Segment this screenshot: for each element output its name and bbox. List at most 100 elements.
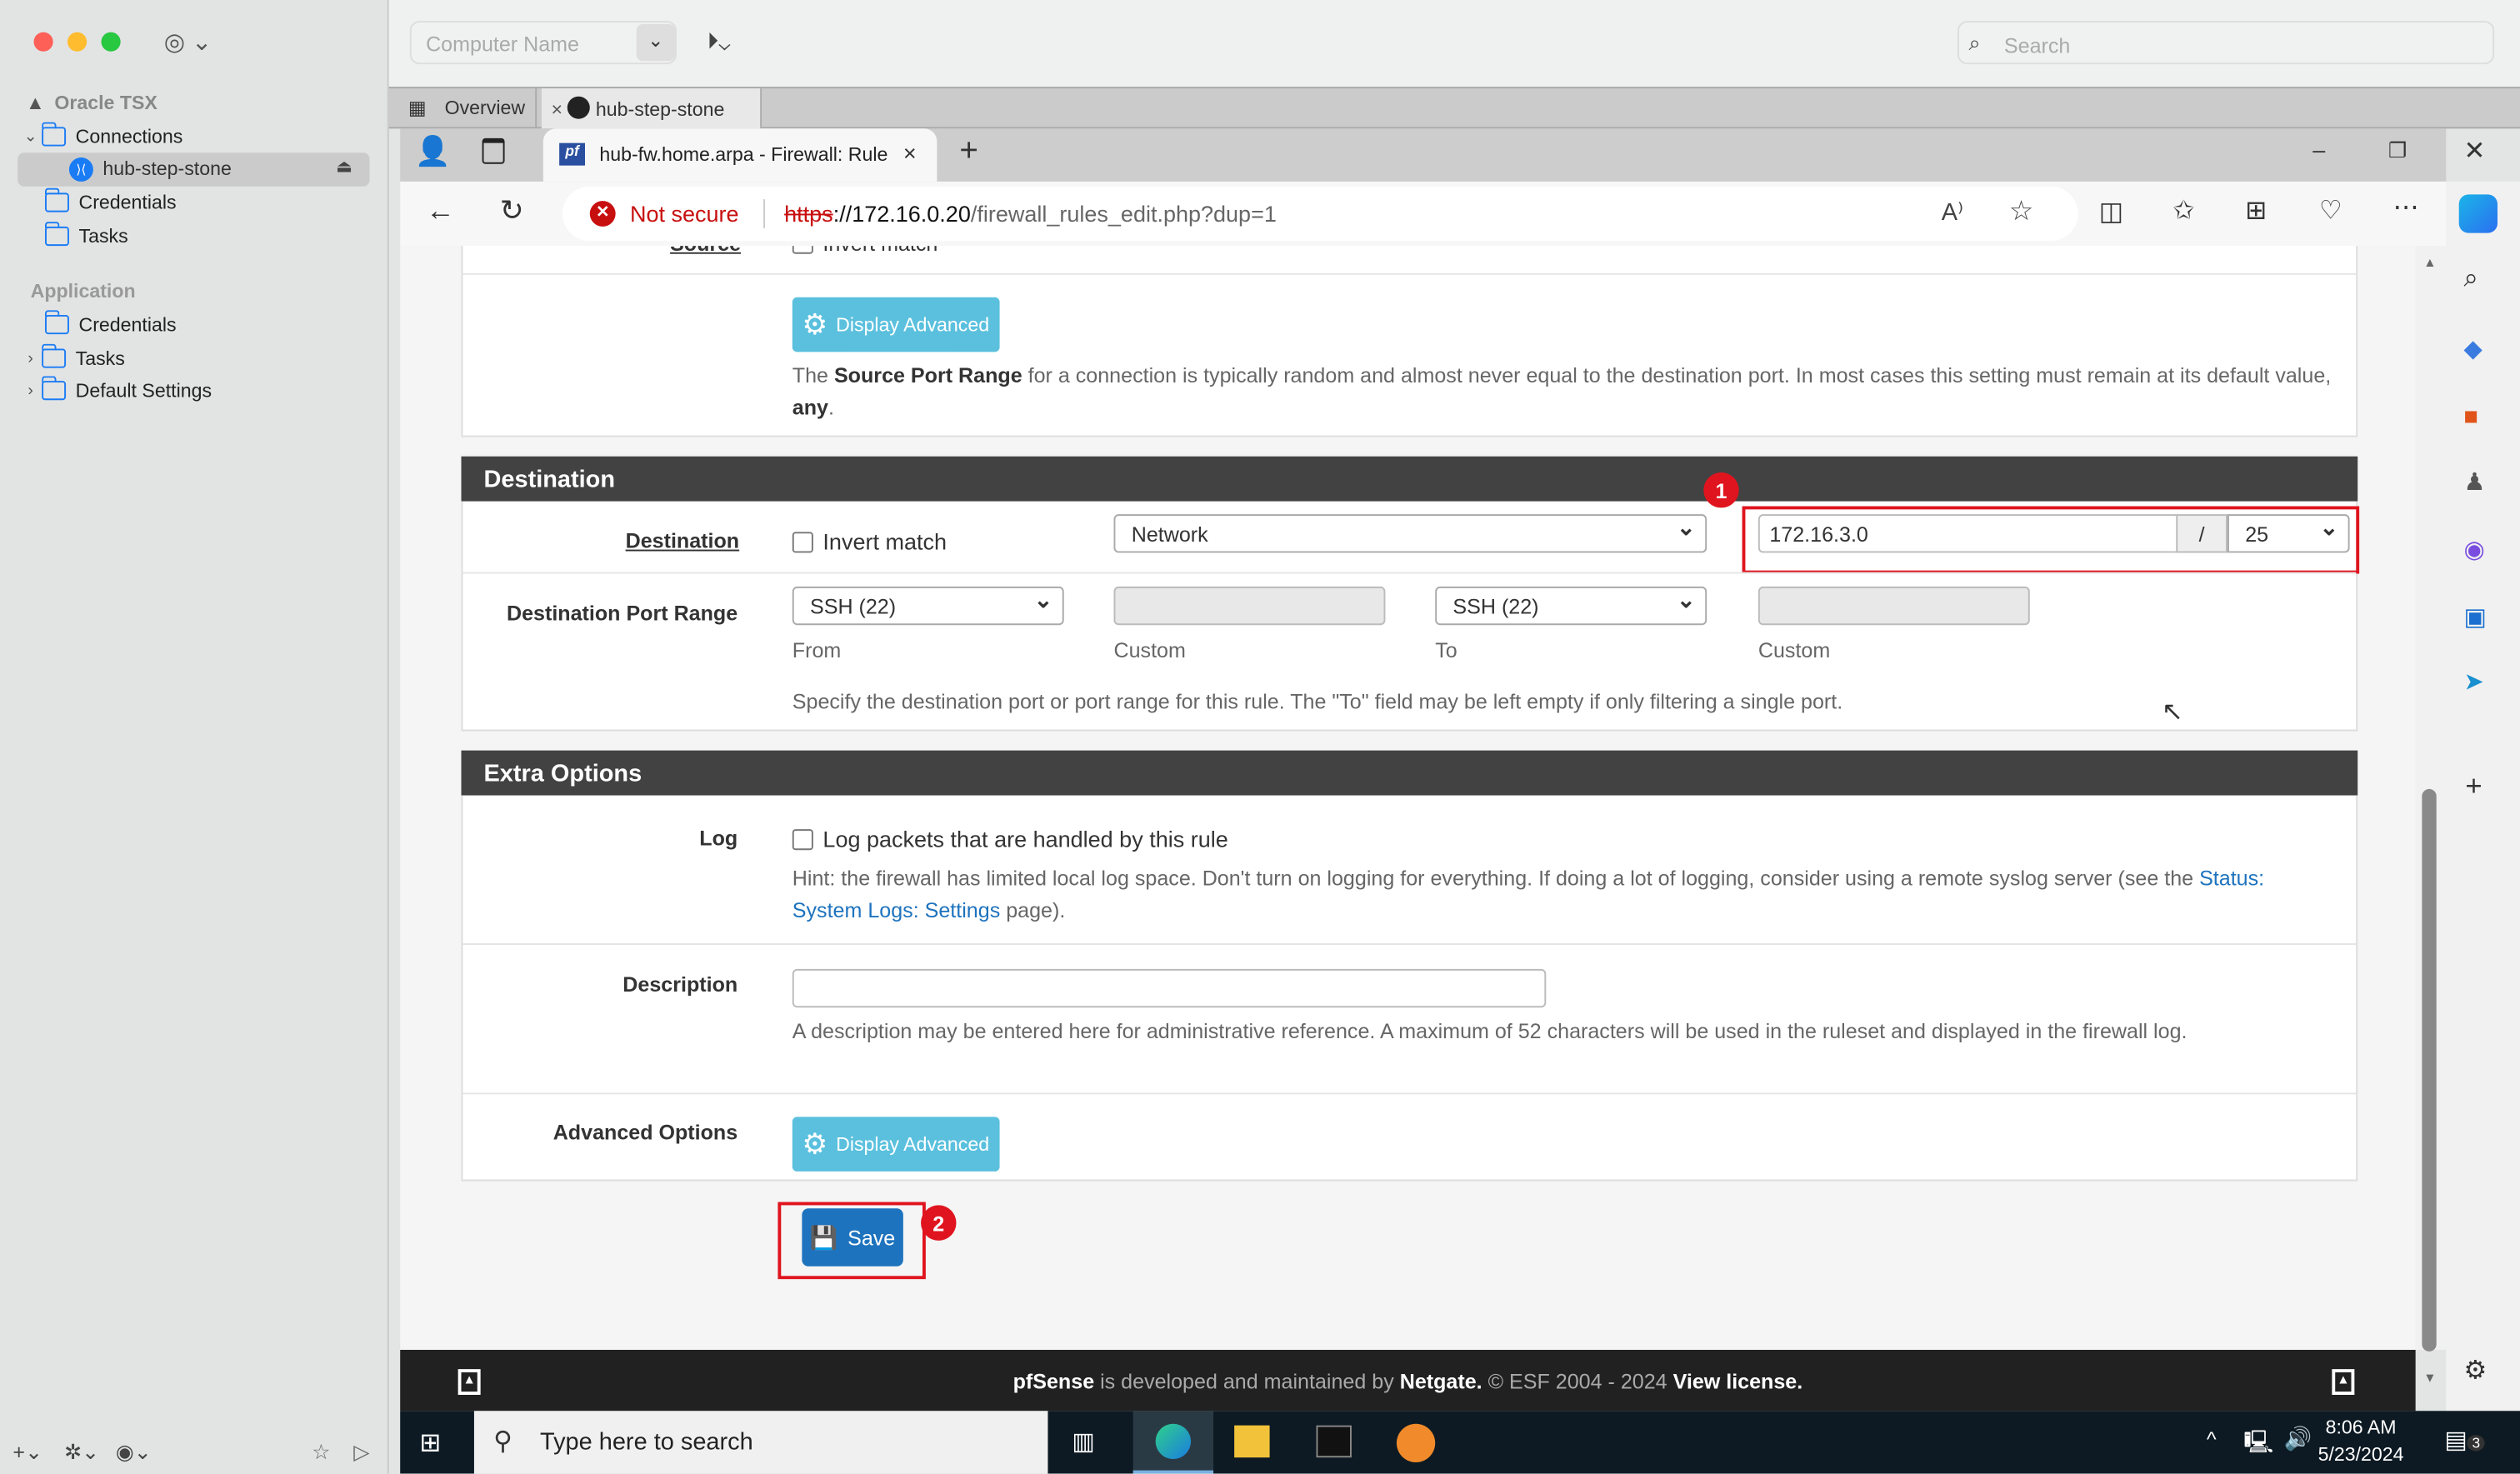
sidebar-item-app-credentials[interactable]: Credentials	[44, 308, 434, 341]
close-icon[interactable]: ✕	[2463, 135, 2485, 167]
profile-icon[interactable]: 👤	[415, 135, 451, 168]
port-to-select[interactable]: SSH (22)	[1435, 586, 1708, 626]
eject-icon[interactable]: ⏏	[336, 156, 352, 177]
close-tab-icon[interactable]: ×	[551, 98, 562, 121]
time: 8:06 AM	[2325, 1416, 2397, 1439]
not-secure-icon: ✕	[589, 201, 616, 227]
description-help: A description may be entered here for ad…	[792, 1018, 2188, 1043]
network-icon[interactable]: 🖳	[2243, 1426, 2273, 1464]
pfsense-favicon: pf	[559, 142, 585, 166]
footer-text: pfSense is developed and maintained by N…	[400, 1369, 2415, 1393]
sidebar-item-tasks[interactable]: Tasks	[44, 220, 434, 252]
port-to-custom-input[interactable]	[1758, 586, 2030, 626]
view-license-link[interactable]: View license.	[1673, 1369, 1803, 1393]
sidebar-item-credentials[interactable]: Credentials	[44, 187, 434, 219]
minimize-window-button[interactable]	[67, 32, 88, 52]
log-hint: Hint: the firewall has limited local log…	[792, 863, 2335, 927]
back-icon[interactable]: ←	[426, 194, 455, 227]
advanced-display-button[interactable]: ⚙ Display Advanced	[792, 1117, 1000, 1172]
destination-header: Destination	[461, 456, 2358, 502]
notifications-icon[interactable]: ▤ 3	[2444, 1426, 2485, 1454]
description-input[interactable]	[792, 968, 1547, 1008]
url-bar[interactable]: ✕ Not secure https://172.16.0.20/firewal…	[562, 186, 2078, 242]
play-menu-icon[interactable]: ⏵⌄	[708, 27, 731, 55]
tools-icon[interactable]: ■	[2463, 403, 2478, 431]
file-explorer-icon[interactable]	[1234, 1425, 1270, 1458]
favorite-star-icon[interactable]: ☆	[2009, 196, 2033, 228]
games-icon[interactable]: ♟	[2463, 467, 2485, 497]
send-icon[interactable]: ➤	[2463, 667, 2483, 696]
read-aloud-icon[interactable]: A⁾	[1942, 197, 1963, 227]
close-window-button[interactable]	[33, 32, 53, 52]
show-hidden-icons[interactable]: ^	[2207, 1427, 2217, 1452]
windows-start-icon[interactable]: ⊞	[419, 1427, 441, 1460]
sidebar-item-app-tasks[interactable]: › Tasks	[19, 342, 408, 375]
source-display-advanced-button[interactable]: ⚙ Display Advanced	[792, 297, 1000, 352]
scroll-top-icon[interactable]: ▲	[2332, 1369, 2355, 1395]
copilot-icon[interactable]	[2458, 194, 2498, 233]
split-screen-icon[interactable]: ◫	[2099, 196, 2123, 228]
office-icon[interactable]: ◉	[2463, 535, 2484, 564]
settings-icon[interactable]: ⚙	[2463, 1355, 2487, 1387]
netgate-link[interactable]: Netgate.	[1400, 1369, 1482, 1393]
browser-tab-active[interactable]: pf hub-fw.home.arpa - Firewall: Rule ×	[542, 128, 938, 182]
gear-menu-icon[interactable]: ✲⌄	[64, 1440, 99, 1466]
warning-icon: ▲	[25, 91, 45, 114]
scroll-up-icon[interactable]: ▲	[2423, 256, 2436, 270]
tab-label: hub-step-stone	[595, 97, 725, 121]
label: hub-step-stone	[102, 157, 232, 180]
star-icon[interactable]: ☆	[312, 1440, 330, 1466]
add-menu-icon[interactable]: +⌄	[12, 1440, 42, 1466]
page-scrollbar[interactable]: ▲ ▼	[2415, 246, 2447, 1385]
minimize-icon[interactable]: –	[2312, 137, 2325, 162]
tab-hub-step-stone[interactable]: × hub-step-stone	[541, 88, 762, 129]
terminal-icon[interactable]	[1316, 1425, 1352, 1458]
browser-essentials-icon[interactable]: ♡	[2319, 194, 2342, 227]
port-from-custom-input[interactable]	[1113, 586, 1386, 626]
port-range-help: Specify the destination port or port ran…	[792, 689, 1843, 714]
computer-name-field[interactable]: Computer Name ⌄	[409, 21, 677, 65]
sidebar-item-hub-step-stone[interactable]: ⟩⟨ hub-step-stone ⏏	[18, 152, 370, 187]
close-tab-icon[interactable]: ×	[903, 140, 917, 166]
mouse-cursor-icon: ↖	[2161, 698, 2183, 727]
clock[interactable]: 8:06 AM 5/23/2024	[2312, 1414, 2409, 1469]
collections-icon[interactable]: ⊞	[2245, 194, 2267, 227]
url-text: https://172.16.0.20/firewall_rules_edit.…	[784, 201, 1277, 227]
task-view-icon[interactable]: ▥	[1072, 1427, 1094, 1456]
gear-icon: ⚙	[802, 1127, 828, 1161]
log-checkbox[interactable]: Log packets that are handled by this rul…	[792, 826, 1228, 852]
sidebar-item-default-settings[interactable]: › Default Settings	[19, 374, 408, 407]
chevron-right-icon[interactable]: ›	[19, 349, 42, 367]
play-icon[interactable]: ▷	[353, 1440, 369, 1466]
edge-taskbar-icon[interactable]	[1132, 1411, 1214, 1474]
app-taskbar-icon[interactable]	[1396, 1423, 1436, 1462]
volume-icon[interactable]: 🔊	[2283, 1426, 2312, 1453]
tab-actions-icon[interactable]	[482, 137, 505, 164]
search-icon[interactable]: ⌕	[2463, 265, 2478, 294]
tab-overview[interactable]: ▦ Overview	[398, 88, 538, 129]
search-field[interactable]: ⌕ Search	[1957, 21, 2495, 65]
zoom-window-button[interactable]	[101, 32, 121, 52]
add-sidebar-icon[interactable]: +	[2465, 770, 2482, 804]
destination-invert-checkbox[interactable]: Invert match	[792, 528, 947, 554]
taskbar-search[interactable]: ⚲ Type here to search	[473, 1411, 1048, 1474]
sync-menu-icon[interactable]: ◉⌄	[116, 1440, 152, 1466]
not-secure-label[interactable]: Not secure	[630, 201, 739, 227]
restore-icon[interactable]: ❐	[2388, 138, 2407, 164]
favorites-icon[interactable]: ✩	[2172, 194, 2194, 227]
connect-menu-icon[interactable]: ◎ ⌄	[164, 27, 212, 57]
chevron-right-icon[interactable]: ›	[19, 382, 42, 399]
more-icon[interactable]: ⋯	[2393, 191, 2419, 223]
new-tab-icon[interactable]: +	[959, 133, 978, 170]
source-invert-checkbox[interactable]: Invert match	[792, 246, 938, 256]
sidebar-item-connections[interactable]: ⌄ Connections	[19, 121, 408, 153]
scrollbar-thumb[interactable]	[2422, 788, 2437, 1352]
destination-type-select[interactable]: Network	[1113, 514, 1708, 553]
scroll-down-icon[interactable]: ▼	[2423, 1371, 2436, 1385]
chevron-down-icon[interactable]: ⌄	[636, 23, 675, 62]
shopping-tag-icon[interactable]: ◆	[2463, 334, 2482, 363]
chevron-down-icon[interactable]: ⌄	[19, 127, 42, 145]
outlook-icon[interactable]: ▣	[2463, 602, 2486, 632]
port-from-select[interactable]: SSH (22)	[792, 586, 1064, 626]
refresh-icon[interactable]: ↻	[500, 194, 524, 227]
